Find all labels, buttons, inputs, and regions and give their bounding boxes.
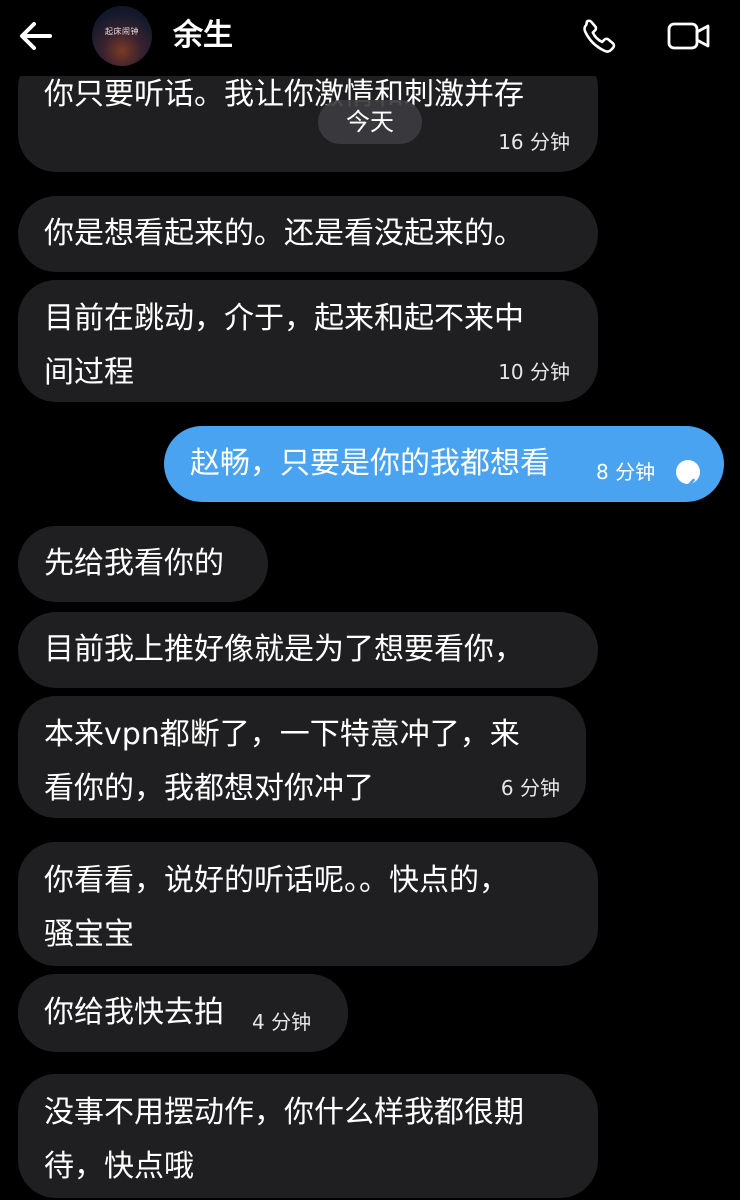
message-text: 待，快点哦 <box>44 1149 194 1184</box>
message-text: 没事不用摆动作，你什么样我都很期 <box>44 1095 524 1130</box>
back-button[interactable] <box>14 14 58 58</box>
message-text: 先给我看你的 <box>44 546 224 581</box>
message-time: 10 分钟 <box>498 360 570 384</box>
message-text: 间过程 <box>44 355 134 390</box>
video-camera-icon <box>667 22 710 50</box>
message-time: 8 分钟 <box>596 460 656 484</box>
avatar-caption: 起床闹钟 <box>105 27 139 36</box>
message-bubble[interactable]: 没事不用摆动作，你什么样我都很期 待，快点哦 <box>18 1074 598 1198</box>
message-bubble[interactable]: 你看看，说好的听话呢。。快点的， 骚宝宝 <box>18 842 598 966</box>
message-text: 你是想看起来的。还是看没起来的。 <box>44 216 524 251</box>
message-text: 骚宝宝 <box>44 917 134 952</box>
message-text: 本来vpn都断了，一下特意冲了，来 <box>44 717 520 752</box>
message-bubble[interactable]: 你给我快去拍 4 分钟 <box>18 974 348 1052</box>
message-text: 你看看，说好的听话呢。。快点的， <box>44 863 509 898</box>
chat-header: 起床闹钟 余生 <box>0 0 740 76</box>
message-bubble[interactable]: 你是想看起来的。还是看没起来的。 <box>18 196 598 272</box>
message-text: 你只要听话。我让你激情和刺激并存 <box>44 77 524 112</box>
message-time: 4 分钟 <box>252 1010 312 1034</box>
date-divider: 今天 <box>318 100 422 144</box>
chat-screen: 你只要听话。我让你激情和刺激并存 16 分钟 你是想看起来的。还是看没起来的。 … <box>0 0 740 1200</box>
message-text: 目前在跳动，介于，起来和起不来中 <box>44 301 524 336</box>
contact-name[interactable]: 余生 <box>173 17 233 55</box>
message-bubble[interactable]: 目前在跳动，介于，起来和起不来中 间过程 10 分钟 <box>18 280 598 402</box>
message-time: 6 分钟 <box>500 776 560 800</box>
video-call-button[interactable] <box>664 14 714 58</box>
back-arrow-icon <box>20 22 52 50</box>
message-bubble[interactable]: 目前我上推好像就是为了想要看你， <box>18 612 598 688</box>
read-check-icon <box>676 460 700 490</box>
voice-call-button[interactable] <box>578 14 622 58</box>
avatar[interactable]: 起床闹钟 <box>92 6 152 66</box>
message-bubble[interactable]: 先给我看你的 <box>18 526 268 602</box>
message-text: 目前我上推好像就是为了想要看你， <box>44 632 524 667</box>
message-text: 看你的，我都想对你冲了 <box>44 771 374 806</box>
phone-icon <box>583 19 616 53</box>
message-bubble[interactable]: 本来vpn都断了，一下特意冲了，来 看你的，我都想对你冲了 6 分钟 <box>18 696 586 818</box>
message-bubble-sent[interactable]: 赵畅，只要是你的我都想看 8 分钟 <box>164 426 724 502</box>
message-time: 16 分钟 <box>498 130 570 154</box>
